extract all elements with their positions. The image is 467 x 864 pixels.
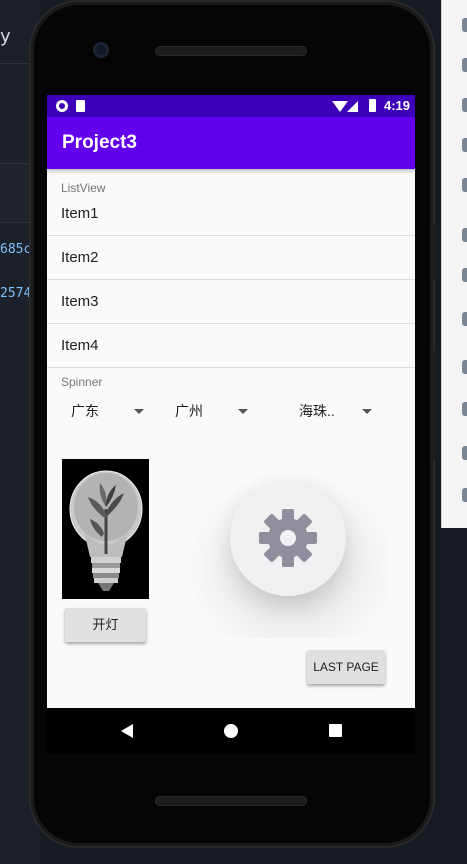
bottom-speaker: [155, 796, 307, 806]
notification-icon: [56, 100, 68, 112]
listview-caption: ListView: [61, 181, 106, 195]
navigation-bar: [47, 708, 415, 754]
spinner-value: 海珠..: [299, 403, 335, 419]
spinner-value: 广州: [175, 403, 203, 419]
back-icon[interactable]: [121, 724, 133, 738]
list-item[interactable]: Item3: [47, 280, 415, 324]
gear-icon: [259, 509, 317, 567]
district-spinner[interactable]: 海珠..: [299, 401, 379, 425]
app-screen: 4:19 Project3 ListView Item1 Item2 Item3…: [47, 95, 415, 708]
volume-button: [431, 224, 435, 280]
sd-card-icon: [76, 100, 85, 112]
settings-fab[interactable]: [230, 480, 346, 596]
dropdown-arrow-icon: [238, 409, 248, 414]
last-page-button[interactable]: LAST PAGE: [307, 650, 385, 684]
spinner-caption: Spinner: [61, 375, 103, 389]
ide-code-fragment: 685c: [0, 242, 32, 257]
top-speaker: [155, 46, 307, 56]
lightbulb-image: [62, 459, 149, 599]
light-on-button[interactable]: 开灯: [65, 608, 146, 642]
city-spinner[interactable]: 广州: [175, 401, 255, 425]
settings-fab-area: [187, 470, 389, 638]
status-bar: 4:19: [47, 95, 415, 117]
signal-icon: [347, 101, 358, 112]
phone-frame: 4:19 Project3 ListView Item1 Item2 Item3…: [31, 2, 435, 846]
home-icon[interactable]: [224, 724, 238, 738]
ide-text-fragment: y: [0, 26, 11, 47]
province-spinner[interactable]: 广东: [71, 401, 151, 425]
list-item[interactable]: Item4: [47, 324, 415, 368]
front-camera: [93, 42, 109, 58]
dropdown-arrow-icon: [362, 409, 372, 414]
spinner-value: 广东: [71, 403, 99, 419]
status-time: 4:19: [384, 98, 411, 113]
power-button: [431, 350, 435, 460]
battery-icon: [369, 99, 376, 112]
ide-code-fragment: 2574: [0, 286, 32, 301]
dropdown-arrow-icon: [134, 409, 144, 414]
wifi-icon: [332, 101, 348, 112]
app-title: Project3: [62, 132, 137, 153]
recent-apps-icon[interactable]: [329, 724, 342, 737]
app-bar: Project3: [47, 117, 415, 169]
list-item[interactable]: Item1: [47, 198, 415, 236]
list-item[interactable]: Item2: [47, 236, 415, 280]
ide-side-toolbar: [441, 0, 467, 528]
